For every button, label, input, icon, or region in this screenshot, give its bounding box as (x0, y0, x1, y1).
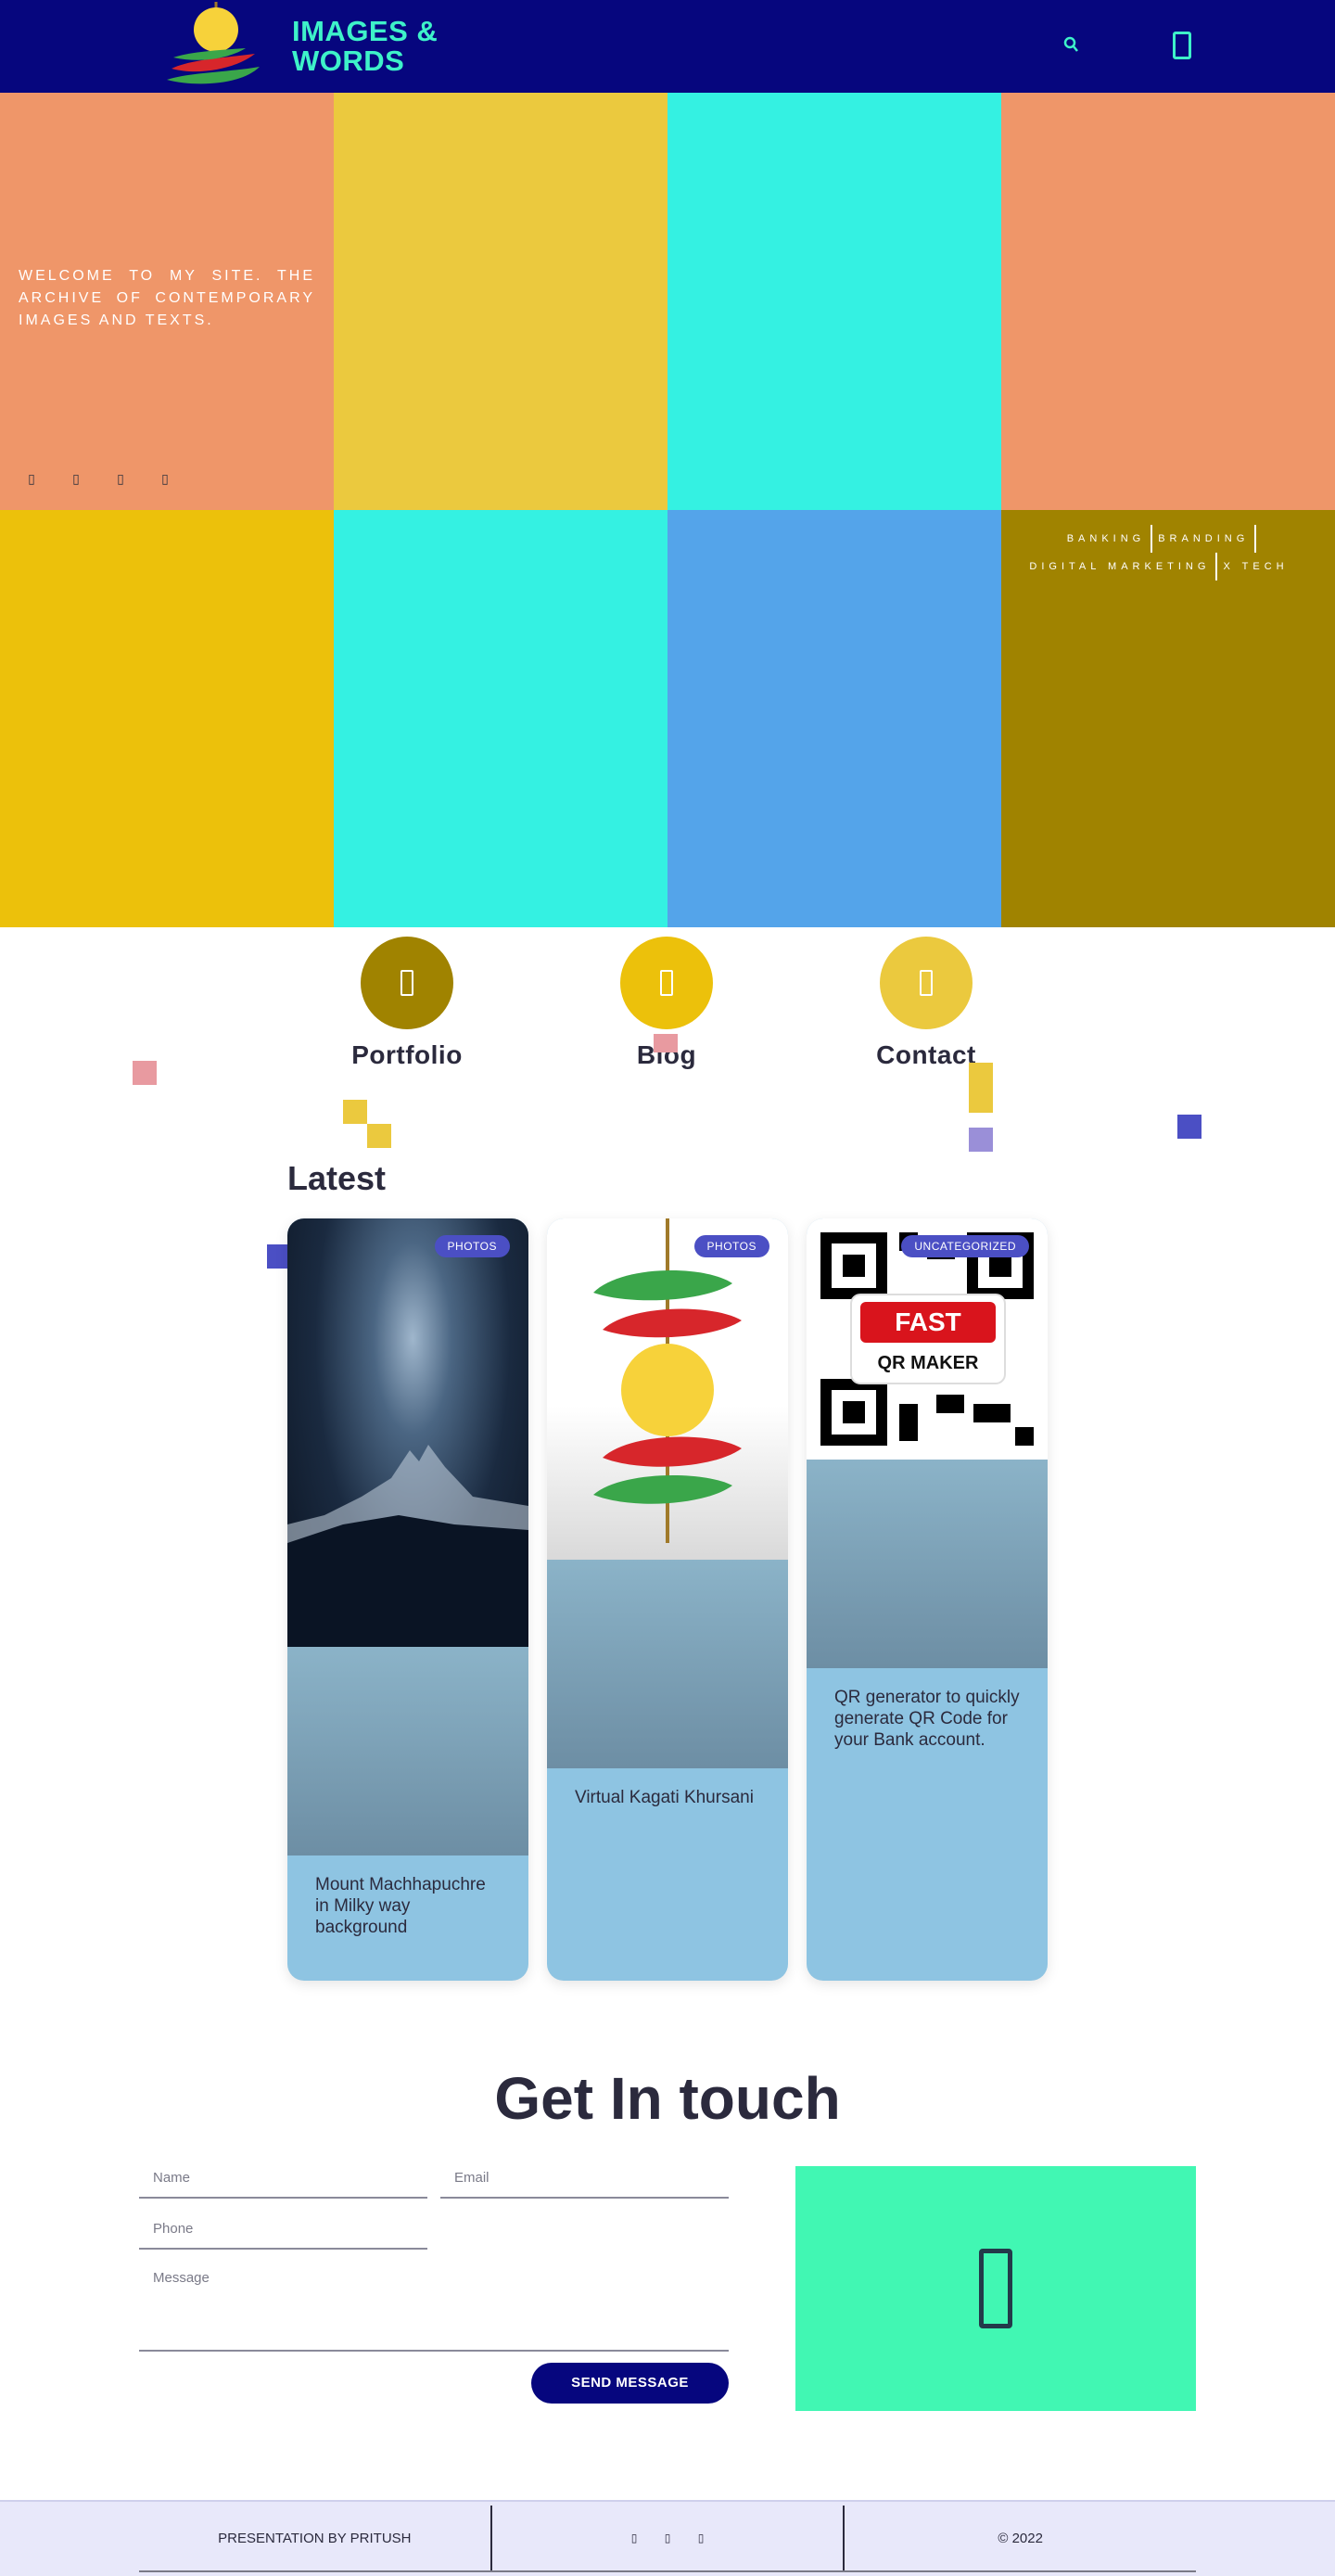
post-image-mountain[interactable]: PHOTOS (287, 1218, 528, 1647)
tagline-banking: BANKING (1066, 533, 1146, 544)
mobile-phone-icon (979, 2249, 1012, 2328)
search-icon[interactable] (1063, 35, 1078, 54)
post-card[interactable]: PHOTOS Virtual Kagati Khursani (547, 1218, 788, 1981)
post-title[interactable]: QR generator to quickly generate QR Code… (807, 1668, 1048, 1751)
tagline-digital-marketing: DIGITAL MARKETING (1029, 561, 1211, 573)
decor-square (343, 1100, 367, 1124)
hero-tile-3 (668, 93, 1001, 510)
tagline-branding: BRANDING (1158, 533, 1250, 544)
logo[interactable]: IMAGES & WORDS (162, 2, 438, 91)
nav-portfolio[interactable]: Portfolio (314, 937, 500, 1070)
message-field[interactable]: Message (139, 2261, 729, 2352)
card-gradient (807, 1460, 1048, 1668)
latest-title: Latest (287, 1159, 387, 1197)
hero-tile-6 (334, 510, 668, 927)
hero-tile-5 (0, 510, 334, 927)
contact-section: Get In touch Name Email Phone Message SE… (0, 1981, 1335, 2500)
latest-cards: PHOTOS Mount Machhapuchre in Milky way b… (287, 1218, 1335, 1981)
card-gradient (547, 1560, 788, 1768)
latest-section: Latest PHOTOS Mount Machhapuchre in Milk… (0, 1159, 1335, 1981)
site-header: IMAGES & WORDS (0, 0, 1335, 93)
hero-tagline: BANKING BRANDING DIGITAL MARKETING X TECH (1001, 525, 1316, 581)
send-message-button[interactable]: SEND MESSAGE (531, 2363, 729, 2404)
hero-tile-4 (1001, 93, 1335, 510)
contact-title: Get In touch (494, 2065, 841, 2132)
facebook-icon[interactable]: ▯ (630, 2531, 638, 2544)
decor-square (1177, 1115, 1202, 1139)
contact-icon (920, 970, 933, 996)
portfolio-label[interactable]: Portfolio (314, 1040, 500, 1070)
hero-welcome-text: WELCOME TO MY SITE. THE ARCHIVE OF CONTE… (19, 268, 315, 328)
post-title[interactable]: Virtual Kagati Khursani (547, 1768, 788, 1808)
category-badge[interactable]: PHOTOS (693, 1235, 769, 1257)
category-badge[interactable]: UNCATEGORIZED (901, 1235, 1029, 1257)
chili-lemon-skewer-icon (593, 1218, 742, 1543)
decor-square (367, 1124, 391, 1148)
post-image-chili[interactable]: PHOTOS (547, 1218, 788, 1560)
facebook-icon[interactable]: ▯ (26, 471, 37, 486)
instagram-icon[interactable]: ▯ (115, 471, 126, 486)
nav-contact[interactable]: Contact (833, 937, 1019, 1070)
twitter-icon[interactable]: ▯ (70, 471, 82, 486)
post-card[interactable]: PHOTOS Mount Machhapuchre in Milky way b… (287, 1218, 528, 1981)
mountain-silhouette (287, 1445, 528, 1647)
twitter-icon[interactable]: ▯ (664, 2531, 671, 2544)
name-field[interactable]: Name (139, 2162, 427, 2199)
logo-text-line1: IMAGES & (292, 15, 439, 47)
hero-tile-7 (668, 510, 1001, 927)
quick-nav: Portfolio Blog Contact (0, 927, 1335, 1159)
hero-social-links: ▯ ▯ ▯ ▯ (26, 471, 171, 486)
chili-lemon-logo-icon (167, 2, 260, 84)
qr-image-fast-text: FAST (895, 1307, 961, 1336)
contact-panel (795, 2166, 1196, 2411)
footer-inner: PRESENTATION BY PRITUSH ▯ ▯ ▯ © 2022 (139, 2506, 1196, 2572)
portfolio-circle[interactable] (361, 937, 453, 1029)
blog-icon (660, 970, 673, 996)
card-gradient (287, 1647, 528, 1855)
logo-text-line2: WORDS (292, 45, 405, 77)
portfolio-icon (400, 970, 413, 996)
contact-circle[interactable] (880, 937, 973, 1029)
post-card[interactable]: FAST QR MAKER UNCATEGORIZED QR generator… (807, 1218, 1048, 1981)
email-field[interactable]: Email (440, 2162, 729, 2199)
decor-square (654, 1034, 678, 1052)
decor-square (133, 1061, 157, 1085)
hero-grid: WELCOME TO MY SITE. THE ARCHIVE OF CONTE… (0, 93, 1335, 927)
instagram-icon[interactable]: ▯ (697, 2531, 705, 2544)
decor-square (969, 1128, 993, 1152)
menu-icon[interactable] (1173, 32, 1191, 59)
linkedin-icon[interactable]: ▯ (159, 471, 171, 486)
phone-field[interactable]: Phone (139, 2213, 427, 2250)
hero-tile-2 (334, 93, 668, 510)
post-title[interactable]: Mount Machhapuchre in Milky way backgrou… (287, 1855, 528, 1938)
decor-square (969, 1063, 993, 1113)
tagline-x-tech: X TECH (1223, 561, 1289, 573)
category-badge[interactable]: PHOTOS (434, 1235, 510, 1257)
tagline-divider (1254, 525, 1257, 554)
post-image-qr[interactable]: FAST QR MAKER UNCATEGORIZED (807, 1218, 1048, 1460)
logo-text: IMAGES & WORDS (292, 17, 438, 76)
blog-circle[interactable] (620, 937, 713, 1029)
site-footer: PRESENTATION BY PRITUSH ▯ ▯ ▯ © 2022 (0, 2500, 1335, 2576)
qr-image-maker-text: QR MAKER (878, 1353, 979, 1373)
